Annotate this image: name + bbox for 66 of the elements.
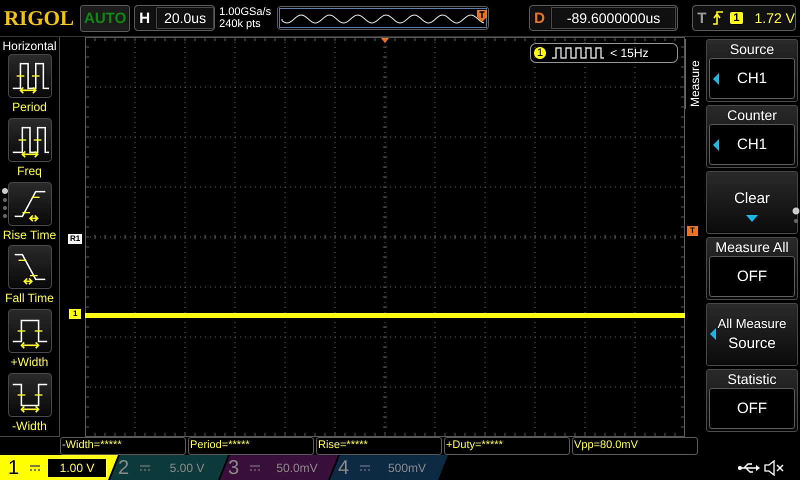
channel-scale: 50.0mV [275,460,319,476]
measurement-readout: Period=***** [188,437,314,455]
softkey-button[interactable]: Counter CH1 [706,105,798,168]
sample-rate: 1.00GSa/s [219,6,272,18]
trigger-label: T [697,10,706,26]
channel-tab[interactable]: 1 1.00 V [0,455,118,480]
measurement-readout: +Duty=***** [444,437,570,455]
mute-icon [764,460,784,476]
left-arrow-icon [713,72,719,84]
page-indicator-icon [1,187,9,221]
dc-coupling-icon [30,464,40,470]
channel-number: 4 [338,456,350,480]
delay-value: -89.6000000us [550,7,676,29]
measure-type-button[interactable] [8,182,52,226]
trigger-position-icon [381,38,389,43]
measure-type-button[interactable] [8,373,52,418]
channel-number: 3 [228,456,240,480]
dc-coupling-icon [250,464,260,470]
measure-type-label: Period [12,100,47,114]
measure-type-button[interactable] [8,54,52,98]
measurement-readout: -Width=***** [60,437,186,455]
measure-type-label: Rise Time [2,228,56,242]
softkey-button[interactable]: All Measure Source [706,303,798,366]
channel-tab[interactable]: 3 50.0mV [220,455,338,480]
left-arrow-icon [713,138,719,150]
square-wave-icon [552,47,604,59]
logo: RIGOL [4,6,74,30]
measure-type-label: Freq [17,164,42,178]
trigger-position-icon [477,10,488,22]
usb-icon [738,462,760,474]
channel-number: 2 [118,456,130,480]
left-arrow-icon [710,328,716,340]
measure-type-label: +Width [10,355,48,370]
delay-label: D [534,10,545,26]
measure-type-label: Fall Time [5,291,54,306]
trigger-source: 1 [730,12,743,24]
trigger-level-marker: T [687,226,698,236]
softkey-button[interactable]: Measure All OFF [706,237,798,300]
reference-marker: R1 [68,234,82,244]
channel-tab[interactable]: 4 500mV [330,455,448,480]
measure-type-button[interactable] [8,309,52,354]
memory-depth: 240k pts [219,18,262,30]
menu-title: Horizontal [2,39,57,53]
measurement-readout: Vpp=80.0mV [572,437,698,455]
rising-edge-icon [712,10,724,26]
measurement-readout: Rise=***** [316,437,442,455]
counter-channel: 1 [534,47,546,59]
dc-coupling-icon [140,464,150,470]
measure-type-button[interactable] [8,118,52,162]
trigger-level: 1.72 V [754,10,795,26]
channel-number: 1 [8,456,20,480]
run-status: AUTO [80,4,130,32]
dc-coupling-icon [360,464,370,470]
measure-type-button[interactable] [8,245,52,290]
down-arrow-icon [746,214,758,222]
measure-type-label: -Width [12,419,47,434]
softkey-button[interactable]: Clear [706,171,798,234]
channel-marker: 1 [69,309,82,319]
softkey-button[interactable]: Statistic OFF [706,369,798,432]
channel-scale: 500mV [386,460,428,476]
horizontal-label: H [139,10,150,26]
channel-scale: 5.00 V [168,460,206,476]
counter-reading: < 15Hz [610,46,648,60]
softkey-button[interactable]: Source CH1 [706,39,798,102]
timebase-value: 20.0us [156,7,214,29]
channel-scale: 1.00 V [48,458,106,476]
